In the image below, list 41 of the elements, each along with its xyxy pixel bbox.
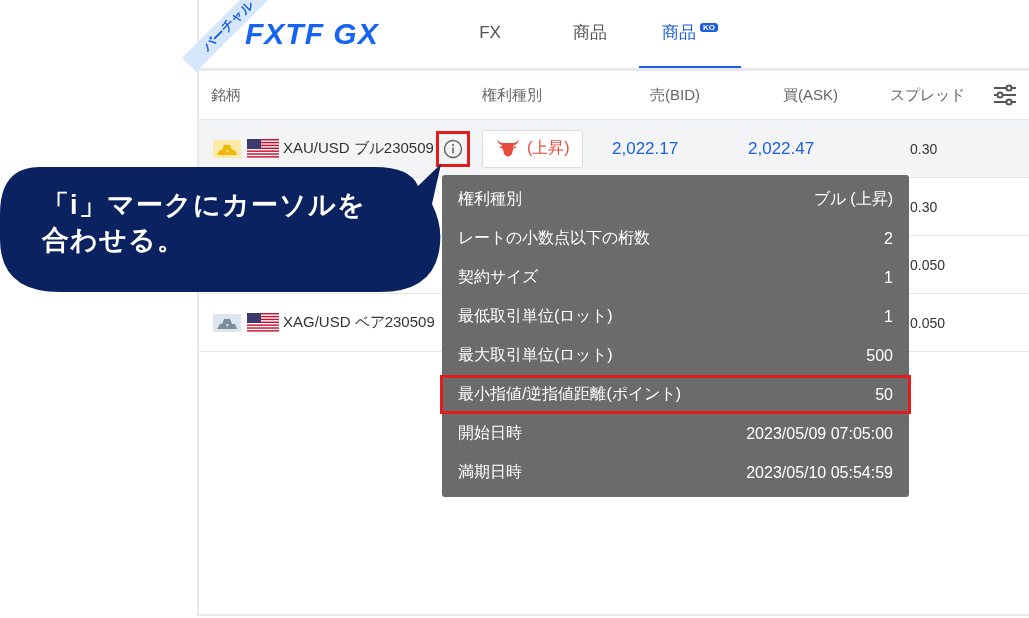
bid-price[interactable]: 2,022.17 bbox=[612, 138, 679, 159]
column-header: 売(BID) bbox=[649, 85, 700, 105]
tab[interactable]: FX bbox=[439, 0, 541, 68]
tooltip-value: ブル (上昇) bbox=[813, 189, 893, 209]
us-flag-icon bbox=[247, 312, 279, 333]
info-icon[interactable] bbox=[442, 138, 463, 159]
instrument-name: XAU/USD ブル230509 bbox=[283, 139, 434, 158]
direction-button[interactable]: (上昇) bbox=[482, 129, 583, 168]
tooltip-value: 1 bbox=[884, 307, 893, 326]
tooltip-label: 最低取引単位(ロット) bbox=[458, 306, 613, 326]
badge: KO bbox=[700, 23, 718, 32]
tooltip-label: 開始日時 bbox=[458, 423, 522, 443]
column-header: スプレッド bbox=[890, 85, 965, 105]
tooltip-label: レートの小数点以下の桁数 bbox=[458, 228, 650, 248]
tooltip-value: 1 bbox=[884, 268, 893, 287]
tooltip-value: 2023/05/10 05:54:59 bbox=[746, 463, 893, 482]
tooltip-label: 満期日時 bbox=[458, 462, 522, 482]
tooltip-value: 2 bbox=[884, 229, 893, 248]
spread-value: 0.050 bbox=[910, 314, 946, 331]
spread-value: 0.30 bbox=[910, 140, 938, 157]
column-header: 銘柄 bbox=[210, 85, 242, 105]
tooltip-label: 権利種別 bbox=[458, 189, 522, 209]
spread-value: 0.30 bbox=[910, 198, 938, 215]
tooltip-label: 契約サイズ bbox=[458, 267, 538, 287]
logo[interactable]: FXTF GX bbox=[245, 17, 379, 51]
tab[interactable]: 商品 bbox=[539, 0, 641, 68]
column-header: 買(ASK) bbox=[782, 85, 838, 105]
tooltip-label: 最大取引単位(ロット) bbox=[458, 345, 613, 365]
ask-price[interactable]: 2,022.47 bbox=[748, 138, 815, 159]
tooltip-label: 最小指値/逆指値距離(ポイント) bbox=[458, 384, 682, 404]
tooltip-value: 50 bbox=[875, 385, 893, 404]
instrument-name: XAG/USD ベア230509 bbox=[283, 313, 435, 332]
settings-icon[interactable] bbox=[993, 84, 1017, 106]
callout-text: 合わせる。 bbox=[42, 224, 185, 258]
table-row[interactable]: XAU/USD ブル230509 (上昇) 2,022.17 2,022.47 0.30 bbox=[199, 120, 1029, 178]
us-flag-icon bbox=[247, 138, 279, 159]
callout-text: 「i」マークにカーソルを bbox=[42, 189, 366, 222]
tooltip-value: 2023/05/09 07:05:00 bbox=[746, 424, 893, 443]
spread-value: 0.050 bbox=[910, 256, 946, 273]
column-header: 権利種別 bbox=[482, 85, 543, 105]
tooltip-value: 500 bbox=[866, 346, 893, 365]
